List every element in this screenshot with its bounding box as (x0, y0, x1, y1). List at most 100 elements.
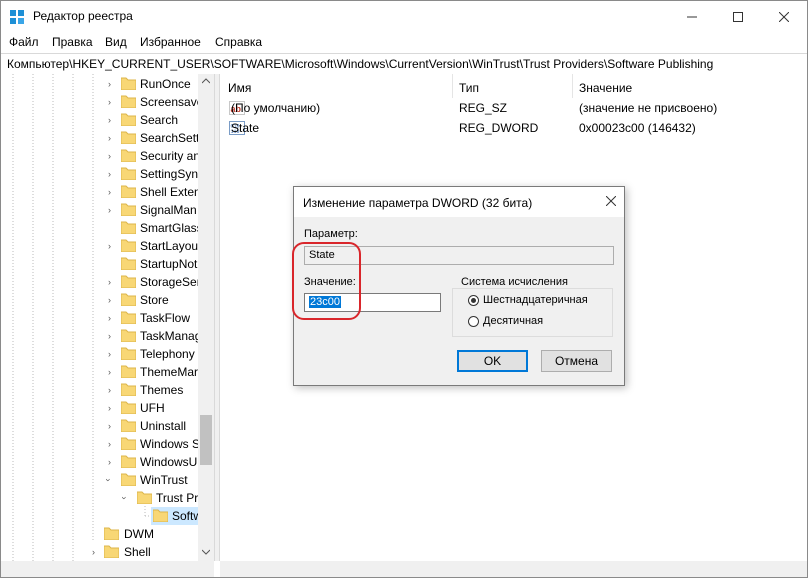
menu-help[interactable]: Справка (215, 35, 262, 49)
chevron-right-icon[interactable]: › (108, 133, 111, 143)
folder-icon (121, 185, 136, 198)
list-row[interactable]: ab (По умолчанию) REG_SZ (значение не пр… (220, 98, 807, 118)
chevron-down-icon[interactable]: › (120, 497, 130, 500)
tree-item[interactable]: › ThemeMar (1, 363, 198, 381)
menu-view[interactable]: Вид (105, 35, 127, 49)
chevron-right-icon[interactable]: › (108, 367, 111, 377)
chevron-right-icon[interactable]: › (108, 151, 111, 161)
chevron-right-icon[interactable]: › (108, 421, 111, 431)
column-separator[interactable] (572, 74, 573, 98)
tree-item[interactable]: › Search (1, 111, 198, 129)
tree-item[interactable]: › SearchSetti (1, 129, 202, 147)
chevron-right-icon[interactable]: › (108, 349, 111, 359)
chevron-right-icon[interactable]: › (108, 79, 111, 89)
tree-item[interactable]: › Windows S (1, 435, 200, 453)
tree-item[interactable]: › UFH (1, 399, 198, 417)
maximize-button[interactable] (715, 1, 761, 32)
address-bar[interactable]: Компьютер\HKEY_CURRENT_USER\SOFTWARE\Mic… (1, 53, 807, 75)
dec-radio-label[interactable]: Десятичная (483, 315, 543, 327)
scroll-up-icon[interactable] (202, 78, 210, 84)
menu-favorites[interactable]: Избранное (140, 35, 201, 49)
folder-icon (121, 113, 136, 126)
folder-icon (121, 311, 136, 324)
chevron-right-icon[interactable]: › (92, 547, 95, 557)
tree-item[interactable]: › Screensave (1, 93, 203, 111)
value-data: (значение не присвоено) (579, 101, 718, 115)
folder-icon (121, 437, 136, 450)
chevron-right-icon[interactable]: › (108, 385, 111, 395)
tree-horizontal-scrollbar[interactable] (1, 561, 214, 577)
chevron-right-icon[interactable]: › (108, 205, 111, 215)
menu-edit[interactable]: Правка (52, 35, 93, 49)
hex-radio[interactable] (468, 295, 479, 306)
cancel-button[interactable]: Отмена (541, 350, 612, 372)
maximize-icon (733, 11, 743, 22)
folder-icon (121, 383, 136, 396)
tree-item-selected[interactable]: Softw (1, 507, 202, 525)
folder-icon (121, 203, 136, 216)
chevron-right-icon[interactable]: › (108, 439, 111, 449)
folder-icon (121, 347, 136, 360)
tree-item[interactable]: StartupNot (1, 255, 198, 273)
dialog-title-bar[interactable]: Изменение параметра DWORD (32 бита) (294, 187, 624, 217)
menu-bar: Файл Правка Вид Избранное Справка (1, 32, 807, 52)
tree-item[interactable]: › WinTrust (1, 471, 198, 489)
list-row[interactable]: 010 110 State REG_DWORD 0x00023c00 (1464… (220, 118, 807, 138)
chevron-right-icon[interactable]: › (108, 115, 111, 125)
folder-icon (121, 77, 136, 90)
title-bar[interactable]: Редактор реестра (1, 1, 807, 32)
folder-icon (121, 401, 136, 414)
chevron-right-icon[interactable]: › (108, 403, 111, 413)
chevron-right-icon[interactable]: › (108, 241, 111, 251)
folder-icon (121, 365, 136, 378)
tree-item[interactable]: › Shell Exten (1, 183, 201, 201)
tree-item[interactable]: › SignalMan (1, 201, 198, 219)
chevron-right-icon[interactable]: › (108, 169, 111, 179)
dialog-close-button[interactable] (605, 193, 617, 209)
tree-item[interactable]: › Telephony (1, 345, 198, 363)
tree-item[interactable]: › TaskFlow (1, 309, 198, 327)
tree-item[interactable]: › SettingSyn (1, 165, 198, 183)
param-label: Параметр: (304, 228, 358, 240)
scrollbar-thumb[interactable] (200, 415, 212, 465)
tree-item[interactable]: › Trust Pro (1, 489, 205, 507)
chevron-right-icon[interactable]: › (108, 97, 111, 107)
tree-item[interactable]: › RunOnce (1, 75, 198, 93)
folder-icon (121, 293, 136, 306)
folder-icon (121, 239, 136, 252)
tree-item[interactable]: › Themes (1, 381, 198, 399)
tree-item[interactable]: › Security an (1, 147, 200, 165)
tree-item[interactable]: › StartLayou (1, 237, 198, 255)
address-path[interactable]: Компьютер\HKEY_CURRENT_USER\SOFTWARE\Mic… (7, 57, 713, 71)
column-separator[interactable] (452, 74, 453, 98)
close-button[interactable] (761, 1, 807, 32)
chevron-right-icon[interactable]: › (108, 295, 111, 305)
chevron-right-icon[interactable]: › (108, 277, 111, 287)
tree-item[interactable]: › WindowsU (1, 453, 198, 471)
minimize-button[interactable] (669, 1, 715, 32)
registry-editor-icon (10, 10, 24, 24)
ok-button[interactable]: OK (457, 350, 528, 372)
chevron-right-icon[interactable]: › (108, 187, 111, 197)
tree-item[interactable]: DWM (1, 525, 198, 543)
scroll-down-icon[interactable] (202, 549, 210, 555)
tree-item[interactable]: › Store (1, 291, 198, 309)
chevron-right-icon[interactable]: › (108, 457, 111, 467)
chevron-down-icon[interactable]: › (104, 479, 114, 482)
folder-icon (121, 455, 136, 468)
registry-tree[interactable]: › RunOnce › Screensave › Search › SearchSett… (1, 74, 214, 561)
tree-item[interactable]: › TaskManag (1, 327, 201, 345)
base-group-label: Система исчисления (459, 276, 570, 288)
tree-item[interactable]: › Shell (1, 543, 198, 561)
chevron-right-icon[interactable]: › (108, 313, 111, 323)
tree-item[interactable]: SmartGlass (1, 219, 203, 237)
menu-file[interactable]: Файл (9, 35, 39, 49)
chevron-right-icon[interactable]: › (108, 331, 111, 341)
tree-item[interactable]: › StorageSer (1, 273, 201, 291)
dec-radio[interactable] (468, 316, 479, 327)
hex-radio-label[interactable]: Шестнадцатеричная (483, 294, 588, 306)
folder-icon (121, 419, 136, 432)
tree-item[interactable]: › Uninstall (1, 417, 198, 435)
list-horizontal-scrollbar[interactable] (220, 561, 807, 577)
tree-vertical-scrollbar[interactable] (198, 74, 214, 561)
